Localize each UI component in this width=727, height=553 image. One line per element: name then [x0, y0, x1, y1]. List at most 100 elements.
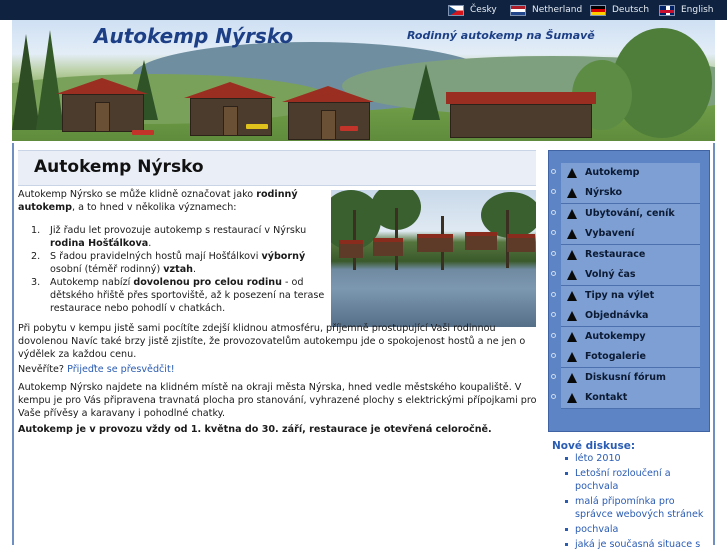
photo-cabin — [373, 238, 403, 256]
lang-czech[interactable]: Česky — [448, 3, 497, 17]
intro-text: Autokemp Nýrsko se může klidně označovat… — [18, 189, 257, 200]
photo-cabin — [465, 232, 497, 250]
menu-item-volny-cas[interactable]: Volný čas — [551, 265, 700, 286]
menu-item-kontakt[interactable]: Kontakt — [551, 388, 700, 409]
list-text: S řadou pravidelných hostů mají Hošťálko… — [50, 251, 262, 262]
tent-icon — [567, 209, 577, 219]
tent-icon — [567, 168, 577, 178]
menu-label: Tipy na výlet — [585, 290, 655, 301]
bullet-icon — [551, 230, 556, 235]
list-number: 1. — [31, 225, 41, 236]
tent-icon — [567, 393, 577, 403]
intro-column: Autokemp Nýrsko se může klidně označovat… — [18, 188, 328, 315]
menu-item-autokemp[interactable]: Autokemp — [551, 163, 700, 184]
bullet-icon — [551, 374, 556, 379]
menu-item-nyrsko[interactable]: Nýrsko — [551, 183, 700, 204]
list-text: Autokemp nabízí — [50, 277, 134, 288]
lang-label: Česky — [470, 5, 497, 15]
opening-paragraph: Autokemp je v provozu vždy od 1. května … — [18, 424, 492, 435]
menu-label: Objednávka — [585, 310, 649, 321]
list-bold: rodina Hošťálkova — [50, 238, 149, 249]
tent-icon — [567, 250, 577, 260]
photo-cabin — [339, 240, 363, 258]
menu-item-vybaveni[interactable]: Vybavení — [551, 224, 700, 245]
menu-item-restaurace[interactable]: Restaurace — [551, 245, 700, 266]
new-discussions-title: Nové diskuse: — [552, 440, 636, 452]
lang-english[interactable]: English — [659, 3, 714, 17]
photo-cabin — [507, 234, 535, 252]
tent-icon — [567, 229, 577, 239]
menu-label: Autokempy — [585, 331, 646, 342]
czech-flag-icon — [448, 4, 464, 16]
list-text: osobní (téměř rodinný) — [50, 264, 164, 275]
discussion-link[interactable]: pochvala — [564, 523, 714, 536]
bullet-icon — [551, 394, 556, 399]
menu-label: Diskusní fórum — [585, 372, 666, 383]
list-bold: výborný — [261, 251, 306, 262]
netherlands-flag-icon — [510, 4, 526, 16]
bullet-icon — [551, 251, 556, 256]
photo-cabin — [417, 234, 453, 252]
bullet-icon — [551, 333, 556, 338]
discussion-link[interactable]: léto 2010 — [564, 452, 714, 465]
menu-label: Vybavení — [585, 228, 635, 239]
bench — [132, 130, 154, 135]
lang-netherland[interactable]: Netherland — [510, 3, 582, 17]
camp-photo — [331, 190, 536, 327]
intro-paragraph: Autokemp Nýrsko se může klidně označovat… — [18, 188, 328, 214]
list-item: 3. Autokemp nabízí dovolenou pro celou r… — [18, 276, 328, 315]
bullet-icon — [551, 292, 556, 297]
germany-flag-icon — [590, 4, 606, 16]
bullet-icon — [551, 353, 556, 358]
sidebar-menu: Autokemp Nýrsko Ubytování, ceník Vybaven… — [548, 150, 710, 432]
menu-item-fotogalerie[interactable]: Fotogalerie — [551, 347, 700, 368]
discussion-list: léto 2010 Letošní rozloučení a pochvala … — [564, 452, 714, 553]
lang-label: Netherland — [532, 5, 583, 15]
lang-deutsch[interactable]: Deutsch — [590, 3, 649, 17]
bullet-icon — [551, 189, 556, 194]
lang-label: Deutsch — [612, 5, 650, 15]
list-bold: dovolenou pro celou rodinu — [133, 277, 282, 288]
site-title: Autokemp Nýrsko — [94, 24, 294, 48]
bullet-icon — [551, 210, 556, 215]
discussion-link[interactable]: malá připomínka pro správce webových str… — [564, 495, 714, 521]
list-bold: vztah — [163, 264, 193, 275]
bench — [246, 124, 268, 129]
tent-icon — [567, 188, 577, 198]
tent-icon — [567, 332, 577, 342]
menu-label: Ubytování, ceník — [585, 208, 675, 219]
location-paragraph: Autokemp Nýrsko najdete na klidném místě… — [18, 382, 537, 419]
header-banner: Autokemp Nýrsko Rodinný autokemp na Šuma… — [12, 20, 715, 141]
stay-paragraph: Při pobytu v kempu jistě sami pocítíte z… — [18, 323, 526, 360]
uk-flag-icon — [659, 4, 675, 16]
tent-icon — [567, 352, 577, 362]
tent-icon — [567, 291, 577, 301]
list-text: . — [193, 264, 197, 275]
tree — [412, 64, 440, 120]
menu-item-autokempy[interactable]: Autokempy — [551, 327, 700, 348]
menu-item-tipy[interactable]: Tipy na výlet — [551, 286, 700, 307]
list-item: 2. S řadou pravidelných hostů mají Hošťá… — [18, 250, 328, 276]
lang-label: English — [681, 5, 714, 15]
discussion-link[interactable]: Letošní rozloučení a pochvala — [564, 467, 714, 493]
list-text: . — [148, 238, 152, 249]
bench — [340, 126, 358, 131]
bullet-icon — [551, 169, 556, 174]
site-subtitle: Rodinný autokemp na Šumavě — [407, 29, 595, 42]
language-bar: Česky Netherland Deutsch English — [0, 0, 727, 20]
menu-label: Kontakt — [585, 392, 628, 403]
list-number: 3. — [31, 277, 41, 288]
come-see-link[interactable]: Přijeďte se přesvědčit! — [67, 364, 175, 375]
menu-label: Restaurace — [585, 249, 646, 260]
menu-item-ubytovani[interactable]: Ubytování, ceník — [551, 204, 700, 225]
page-heading-box: Autokemp Nýrsko — [18, 150, 536, 186]
tent-icon — [567, 373, 577, 383]
menu-label: Autokemp — [585, 167, 640, 178]
menu-item-diskusni-forum[interactable]: Diskusní fórum — [551, 368, 700, 389]
believe-line: Nevěříte? Přijeďte se přesvědčit! — [18, 363, 538, 376]
menu-item-objednavka[interactable]: Objednávka — [551, 306, 700, 327]
feature-list: 1. Již řadu let provozuje autokemp s res… — [18, 224, 328, 315]
bullet-icon — [551, 271, 556, 276]
menu-label: Nýrsko — [585, 187, 623, 198]
menu-label: Volný čas — [585, 269, 636, 280]
